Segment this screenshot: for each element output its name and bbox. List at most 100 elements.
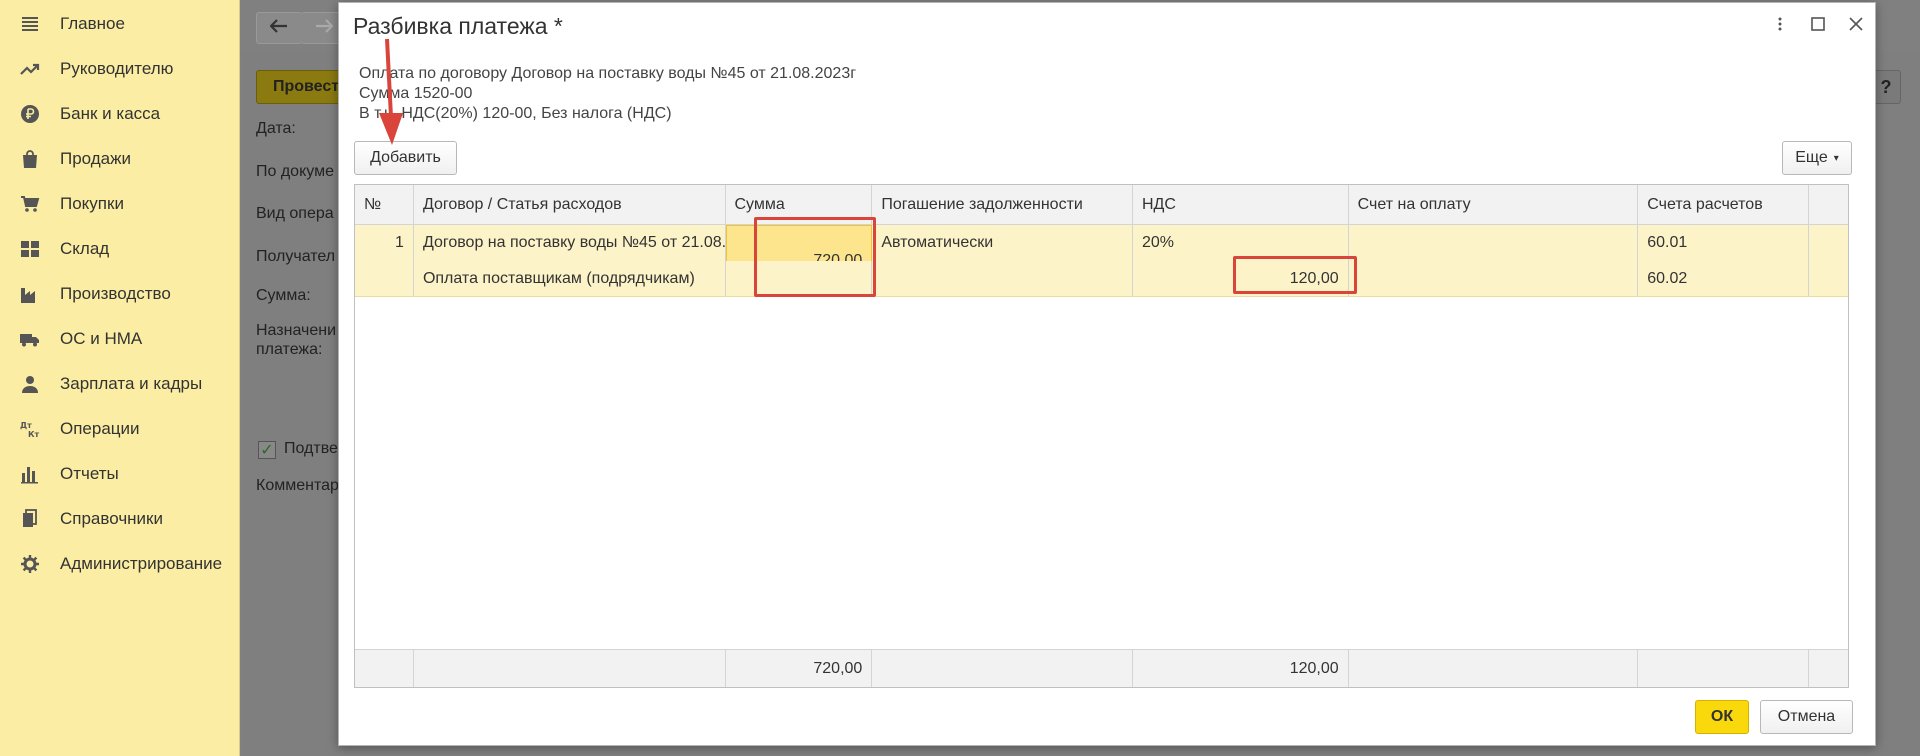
sidebar-item-label: Главное	[60, 13, 125, 33]
table-row[interactable]: 1 Договор на поставку воды №45 от 21.08.…	[355, 225, 1848, 297]
sidebar-item-warehouse[interactable]: Склад	[0, 226, 239, 271]
arrow-right-icon	[315, 18, 334, 38]
operation-type-label: Вид опера	[256, 205, 334, 222]
warehouse-grid-icon	[20, 239, 40, 259]
by-document-label: По докуме	[256, 163, 334, 180]
ok-button[interactable]: ОК	[1695, 700, 1749, 734]
sidebar-item-label: Банк и касса	[60, 103, 161, 123]
sidebar-item-purchases[interactable]: Покупки	[0, 181, 239, 226]
footer-repayment	[872, 650, 1133, 687]
row-extra	[1809, 225, 1848, 261]
sidebar-item-label: Склад	[60, 238, 110, 258]
sidebar-item-label: Продажи	[60, 148, 131, 168]
row-vat-amount[interactable]: 120,00	[1133, 261, 1349, 296]
column-header-vat[interactable]: НДС	[1133, 185, 1349, 224]
table-row[interactable]: Оплата поставщикам (подрядчикам) 120,00 …	[355, 261, 1848, 297]
truck-icon	[20, 329, 40, 349]
person-icon	[20, 374, 40, 394]
row-repayment	[872, 261, 1133, 296]
sidebar-item-label: Производство	[60, 283, 171, 303]
close-icon[interactable]	[1847, 15, 1865, 33]
comment-label: Комментар	[256, 477, 339, 494]
info-line-contract: Оплата по договору Договор на поставку в…	[359, 65, 857, 82]
row-num: 1	[355, 225, 414, 261]
bar-chart-icon	[20, 464, 40, 484]
svg-text:Кт: Кт	[28, 430, 40, 439]
footer-accounts	[1638, 650, 1810, 687]
svg-text:Дт: Дт	[20, 421, 32, 430]
back-button[interactable]	[256, 12, 302, 44]
row-extra	[1809, 261, 1848, 296]
sum-label: Сумма:	[256, 287, 311, 304]
column-header-repayment[interactable]: Погашение задолженности	[872, 185, 1133, 224]
purpose-label: Назначени	[256, 322, 336, 339]
sidebar-item-salary[interactable]: Зарплата и кадры	[0, 361, 239, 406]
table-footer: 720,00 120,00	[355, 649, 1848, 687]
sidebar: Главное Руководителю Банк и касса Продаж…	[0, 0, 240, 756]
column-header-num[interactable]: №	[355, 185, 414, 224]
cart-icon	[20, 194, 40, 214]
sidebar-item-assets[interactable]: ОС и НМА	[0, 316, 239, 361]
row-invoice	[1349, 261, 1639, 296]
arrow-left-icon	[269, 18, 288, 38]
column-header-extra	[1809, 185, 1848, 224]
footer-num	[355, 650, 414, 687]
sidebar-item-label: Руководителю	[60, 58, 174, 78]
cancel-button[interactable]: Отмена	[1760, 700, 1853, 734]
sidebar-item-reports[interactable]: Отчеты	[0, 451, 239, 496]
column-header-accounts[interactable]: Счета расчетов	[1638, 185, 1810, 224]
column-header-sum[interactable]: Сумма	[726, 185, 873, 224]
row-account[interactable]: 60.01	[1638, 225, 1810, 261]
row-expense-item[interactable]: Оплата поставщикам (подрядчикам)	[414, 261, 726, 296]
more-button[interactable]: Еще ▾	[1782, 141, 1852, 175]
title-toolbar	[1771, 15, 1865, 33]
confirm-checkbox[interactable]: ✓	[258, 441, 276, 459]
row-vat-rate[interactable]: 20%	[1133, 225, 1349, 261]
maximize-icon[interactable]	[1809, 15, 1827, 33]
dialog-title: Разбивка платежа *	[353, 13, 563, 39]
sidebar-item-manager[interactable]: Руководителю	[0, 46, 239, 91]
footer-extra	[1809, 650, 1848, 687]
sidebar-item-directories[interactable]: Справочники	[0, 496, 239, 541]
row-repayment[interactable]: Автоматически	[872, 225, 1133, 261]
sidebar-item-sales[interactable]: Продажи	[0, 136, 239, 181]
date-label: Дата:	[256, 120, 296, 137]
sidebar-item-operations[interactable]: Дт Кт Операции	[0, 406, 239, 451]
dt-kt-icon: Дт Кт	[20, 419, 40, 439]
books-icon	[20, 508, 40, 529]
confirm-label: Подтве	[284, 440, 338, 457]
sidebar-item-label: Справочники	[60, 508, 163, 528]
more-button-label: Еще	[1795, 149, 1828, 166]
footer-contract	[414, 650, 726, 687]
info-line-vat: В т.ч. НДС(20%) 120-00, Без налога (НДС)	[359, 105, 672, 122]
recipient-label: Получател	[256, 248, 336, 265]
annotation-arrow-icon	[379, 38, 403, 145]
sidebar-item-label: Покупки	[60, 193, 124, 213]
trend-icon	[20, 59, 40, 79]
sidebar-item-label: Операции	[60, 418, 140, 438]
sidebar-item-main[interactable]: Главное	[0, 1, 239, 46]
factory-icon	[20, 284, 40, 304]
column-header-contract[interactable]: Договор / Статья расходов	[414, 185, 726, 224]
row-sum	[726, 261, 873, 296]
gear-icon	[20, 554, 40, 574]
footer-sum-total: 720,00	[726, 650, 873, 687]
info-line-sum: Сумма 1520-00	[359, 85, 473, 102]
menu-icon	[20, 14, 40, 34]
sidebar-item-bank[interactable]: Банк и касса	[0, 91, 239, 136]
purpose-label-2: платежа:	[256, 341, 323, 358]
ruble-coin-icon	[20, 104, 40, 124]
caret-down-icon: ▾	[1833, 152, 1839, 164]
table-header: № Договор / Статья расходов Сумма Погаше…	[355, 185, 1848, 225]
column-header-invoice[interactable]: Счет на оплату	[1349, 185, 1639, 224]
row-contract[interactable]: Договор на поставку воды №45 от 21.08.20…	[414, 225, 726, 261]
checkmark-icon: ✓	[260, 442, 274, 459]
sidebar-item-production[interactable]: Производство	[0, 271, 239, 316]
sidebar-item-label: Администрирование	[60, 553, 223, 573]
payment-split-dialog: Разбивка платежа * Оплата по договору До…	[338, 2, 1876, 746]
shopping-bag-icon	[20, 149, 40, 169]
row-invoice[interactable]	[1349, 225, 1639, 261]
sidebar-item-admin[interactable]: Администрирование	[0, 541, 239, 586]
more-vertical-icon[interactable]	[1771, 15, 1789, 33]
row-account[interactable]: 60.02	[1638, 261, 1810, 296]
